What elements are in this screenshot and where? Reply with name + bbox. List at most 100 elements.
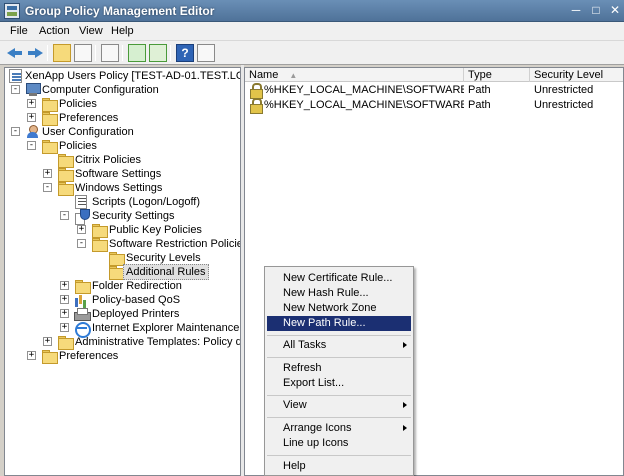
copy-icon[interactable] <box>101 44 119 62</box>
column-label: Type <box>468 69 492 81</box>
collapse-icon[interactable]: - <box>43 183 52 192</box>
expand-icon[interactable]: + <box>27 113 36 122</box>
expand-icon[interactable]: + <box>60 281 69 290</box>
properties-icon[interactable] <box>197 44 215 62</box>
tree-item-windows-settings[interactable]: - Windows Settings <box>5 181 240 196</box>
expand-icon[interactable]: + <box>43 169 52 178</box>
expand-icon[interactable]: + <box>60 309 69 318</box>
tree-item-policy-based-qos[interactable]: + Policy-based QoS <box>5 293 240 307</box>
menu-file[interactable]: File <box>10 25 28 37</box>
tree-item-additional-rules[interactable]: Additional Rules <box>5 264 240 280</box>
collapse-icon[interactable]: - <box>27 141 36 150</box>
folder-icon <box>41 139 58 154</box>
close-icon[interactable]: ✕ <box>605 1 624 20</box>
collapse-icon[interactable]: - <box>11 127 20 136</box>
menu-bar: File Action View Help <box>0 22 624 41</box>
menu-item-arrange-icons[interactable]: Arrange Icons <box>267 421 411 436</box>
column-header-name[interactable]: Name ▲ <box>245 68 464 82</box>
tree-item-ie-maintenance[interactable]: + Internet Explorer Maintenance <box>5 321 240 338</box>
list-item[interactable]: %HKEY_LOCAL_MACHINE\SOFTWARE\Micr... Pat… <box>245 98 623 114</box>
shield-icon <box>74 209 90 225</box>
menu-action[interactable]: Action <box>39 25 70 37</box>
tree-label: Software Settings <box>75 168 162 180</box>
tree-item-software-settings[interactable]: + Software Settings <box>5 167 240 182</box>
menu-item-all-tasks[interactable]: All Tasks <box>267 338 411 353</box>
menu-item-help[interactable]: Help <box>267 459 411 474</box>
menu-item-refresh[interactable]: Refresh <box>267 361 411 376</box>
expand-icon[interactable]: + <box>43 337 52 346</box>
submenu-arrow-icon <box>403 425 407 431</box>
folder-icon <box>57 335 74 350</box>
menu-item-export-list[interactable]: Export List... <box>267 376 411 391</box>
script-icon <box>75 195 87 209</box>
tree-item-admin-templates[interactable]: + Administrative Templates: Policy defin… <box>5 335 240 350</box>
tree-item-folder-redirection[interactable]: + Folder Redirection <box>5 279 240 294</box>
export-list-icon[interactable] <box>149 44 167 62</box>
menu-view[interactable]: View <box>79 25 103 37</box>
expand-icon[interactable]: + <box>60 295 69 304</box>
menu-separator <box>267 455 411 456</box>
column-header-security-level[interactable]: Security Level <box>530 68 623 82</box>
tree-item-cc-policies[interactable]: + Policies <box>5 97 240 112</box>
tree-item-uc-policies[interactable]: - Policies <box>5 139 240 154</box>
tree-label: Policy-based QoS <box>92 294 181 306</box>
maximize-icon[interactable]: □ <box>586 1 606 20</box>
bar-chart-icon <box>74 293 90 307</box>
tree-item-user-configuration[interactable]: - User Configuration <box>5 125 240 139</box>
collapse-icon[interactable]: - <box>11 85 20 94</box>
column-header-type[interactable]: Type <box>464 68 530 82</box>
tree-label: Preferences <box>59 112 119 124</box>
collapse-icon[interactable]: - <box>77 239 86 248</box>
show-hide-tree-icon[interactable] <box>74 44 92 62</box>
tree-item-security-levels[interactable]: Security Levels <box>5 251 240 266</box>
tree-label: Administrative Templates: Policy definit <box>75 336 240 348</box>
tree-item-deployed-printers[interactable]: + Deployed Printers <box>5 307 240 321</box>
column-label: Security Level <box>534 69 604 81</box>
tree-item-public-key-policies[interactable]: + Public Key Policies <box>5 223 240 238</box>
policy-icon <box>9 69 22 83</box>
menu-item-new-hash-rule[interactable]: New Hash Rule... <box>267 286 411 301</box>
forward-arrow-icon[interactable] <box>26 44 44 62</box>
tree-item-root[interactable]: XenApp Users Policy [TEST-AD-01.TEST.LOC… <box>5 69 240 83</box>
toolbar-separator <box>170 45 171 61</box>
menu-item-new-path-rule[interactable]: New Path Rule... <box>267 316 411 331</box>
window-title: Group Policy Management Editor <box>25 4 215 18</box>
printer-icon <box>74 307 91 321</box>
folder-icon <box>91 223 108 238</box>
user-icon <box>25 125 41 139</box>
tree-item-computer-configuration[interactable]: - Computer Configuration <box>5 83 240 97</box>
back-arrow-icon[interactable] <box>6 44 24 62</box>
folder-icon <box>74 279 91 294</box>
help-icon[interactable]: ? <box>176 44 194 62</box>
tree-label: Security Settings <box>92 210 175 222</box>
refresh-icon[interactable] <box>128 44 146 62</box>
up-folder-icon[interactable] <box>53 44 71 62</box>
expand-icon[interactable]: + <box>27 99 36 108</box>
tree-item-uc-preferences[interactable]: + Preferences <box>5 349 240 364</box>
cell-name: %HKEY_LOCAL_MACHINE\SOFTWARE\Micr... <box>264 84 464 96</box>
menu-item-view[interactable]: View <box>267 398 411 413</box>
console-tree[interactable]: XenApp Users Policy [TEST-AD-01.TEST.LOC… <box>4 67 241 476</box>
expand-icon[interactable]: + <box>27 351 36 360</box>
tree-item-security-settings[interactable]: - Security Settings <box>5 209 240 225</box>
menu-item-line-up-icons[interactable]: Line up Icons <box>267 436 411 451</box>
menu-item-new-network-zone-rule[interactable]: New Network Zone Rule... <box>267 301 411 329</box>
tree-item-citrix-policies[interactable]: Citrix Policies <box>5 153 240 168</box>
tree-item-scripts[interactable]: Scripts (Logon/Logoff) <box>5 195 240 209</box>
menu-help[interactable]: Help <box>111 25 134 37</box>
expand-icon[interactable]: + <box>77 225 86 234</box>
menu-item-label: View <box>283 399 307 411</box>
collapse-icon[interactable]: - <box>60 211 69 220</box>
folder-icon <box>91 237 108 252</box>
list-item[interactable]: %HKEY_LOCAL_MACHINE\SOFTWARE\Micr... Pat… <box>245 83 623 99</box>
tree-item-software-restriction-policies[interactable]: - Software Restriction Policies <box>5 237 240 252</box>
lock-icon <box>248 83 264 99</box>
minimize-icon[interactable]: ─ <box>566 1 586 20</box>
computer-icon <box>25 83 41 97</box>
expand-icon[interactable]: + <box>60 323 69 332</box>
cell-type: Path <box>468 99 491 111</box>
menu-item-new-certificate-rule[interactable]: New Certificate Rule... <box>267 271 411 286</box>
internet-explorer-icon <box>74 321 91 338</box>
tree-item-cc-preferences[interactable]: + Preferences <box>5 111 240 126</box>
tree-label: Windows Settings <box>75 182 163 194</box>
